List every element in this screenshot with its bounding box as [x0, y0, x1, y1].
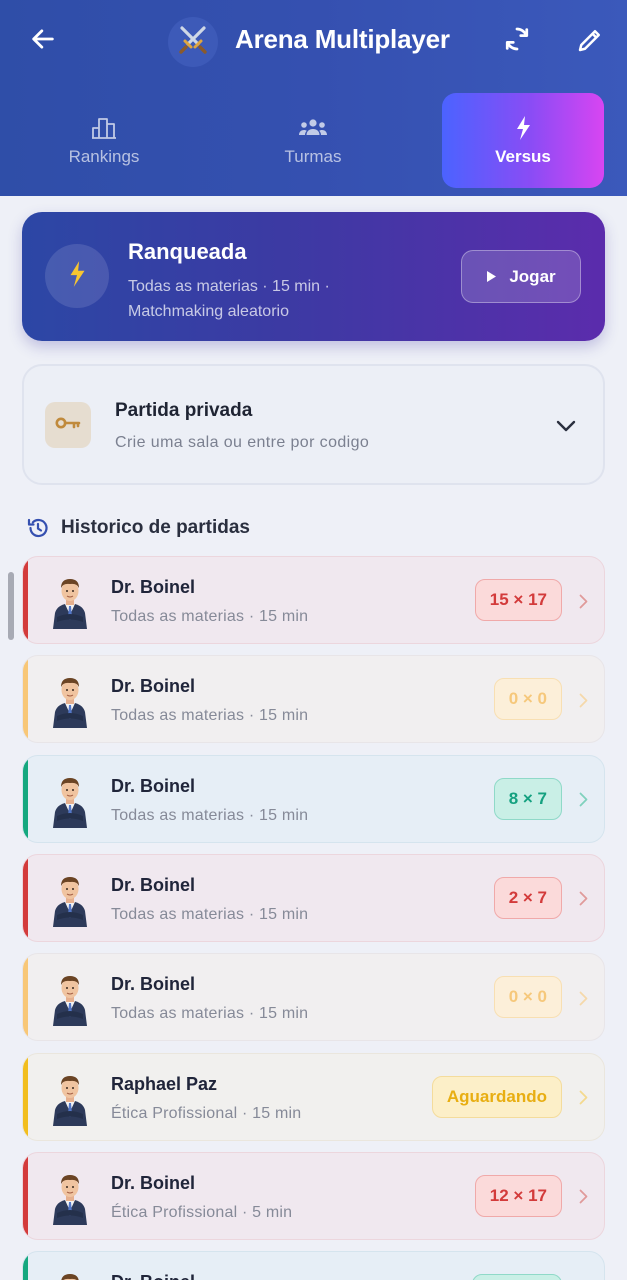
- result-stripe: [23, 1152, 28, 1239]
- result-stripe: [23, 656, 28, 743]
- ranked-subtitle-line: Matchmaking aleatorio: [128, 303, 289, 320]
- opponent-name: Raphael Paz: [111, 1073, 218, 1094]
- scrollbar[interactable]: [8, 572, 14, 640]
- match-row[interactable]: Raphael Paz Ética Profissional · 15 min …: [22, 1052, 605, 1141]
- ranked-match-card: Ranqueada Todas as materias · 15 min · M…: [22, 212, 605, 341]
- match-row[interactable]: Dr. Boinel Ética Profissional · 5 min 12…: [22, 1151, 605, 1240]
- private-title: Partida privada: [115, 400, 253, 421]
- match-meta: Ética Profissional · 15 min: [111, 1104, 302, 1122]
- match-meta: Todas as materias · 15 min: [111, 1005, 309, 1023]
- opponent-name: Dr. Boinel: [111, 874, 196, 895]
- match-meta: Todas as materias · 15 min: [111, 806, 309, 824]
- opponent-name: Dr. Boinel: [111, 577, 196, 597]
- match-row[interactable]: Dr. Boinel Todas as materias · 15 min 8 …: [22, 754, 605, 843]
- opponent-name: Dr. Boinel: [111, 974, 196, 995]
- lightning-icon: [68, 260, 86, 293]
- score-badge: 2 × 7: [493, 876, 562, 919]
- result-stripe: [23, 854, 28, 941]
- sync-button[interactable]: [498, 22, 536, 60]
- tab-label: Turmas: [284, 146, 342, 166]
- chevron-right-icon: [576, 790, 590, 810]
- match-row[interactable]: Dr. Boinel Todas as materias · 15 min 15…: [22, 556, 605, 644]
- match-row[interactable]: Dr. Boinel Todas as materias · 15 min 2 …: [22, 853, 605, 942]
- score-badge: 8 × 7: [493, 777, 562, 820]
- avatar: [47, 772, 93, 828]
- result-stripe: [23, 1053, 28, 1140]
- score-badge: 12 × 17: [474, 1174, 562, 1217]
- chevron-right-icon: [576, 690, 590, 710]
- bar-chart-icon: [91, 115, 117, 141]
- edit-button[interactable]: [570, 22, 610, 62]
- tab-versus[interactable]: Versus: [442, 93, 604, 188]
- opponent-name: Dr. Boinel: [111, 676, 196, 697]
- chevron-down-icon[interactable]: [552, 414, 580, 438]
- ranked-subtitle: Todas as materias · 15 min · Matchmaking…: [128, 274, 368, 324]
- ranked-icon-circle: [45, 244, 109, 308]
- tab-label: Versus: [495, 146, 551, 166]
- page-title: Arena Multiplayer: [235, 24, 450, 54]
- private-icon-box: [45, 402, 91, 448]
- play-icon: [486, 270, 497, 283]
- tab-rankings[interactable]: Rankings: [23, 93, 185, 188]
- app-logo: [168, 17, 218, 67]
- opponent-name: Dr. Boinel: [111, 1172, 196, 1193]
- score-badge: Aguardando: [431, 1075, 562, 1118]
- match-row[interactable]: Dr. Boinel Todas as materias · 15 min 0 …: [22, 953, 605, 1042]
- history-title: Historico de partidas: [61, 517, 250, 538]
- result-stripe: [23, 954, 28, 1041]
- match-row[interactable]: Dr. Boinel Todas as materias · 15 min 0 …: [22, 655, 605, 744]
- tab-label: Rankings: [68, 146, 140, 166]
- avatar: [47, 1169, 93, 1225]
- group-icon: [298, 115, 328, 141]
- chevron-right-icon: [576, 988, 590, 1008]
- score-badge: 15 × 17: [474, 579, 562, 621]
- tab-turmas[interactable]: Turmas: [232, 93, 394, 188]
- avatar: [47, 970, 93, 1027]
- result-stripe: [23, 557, 28, 643]
- crossed-swords-icon: [176, 23, 210, 62]
- app-header: Arena Multiplayer Rankings Turmas Versus: [0, 0, 627, 196]
- sync-icon: [502, 24, 532, 59]
- score-badge: 0 × 0: [493, 678, 562, 721]
- ranked-subtitle-line: Todas as materias · 15 min ·: [128, 278, 330, 295]
- history-header: Historico de partidas: [26, 515, 250, 541]
- top-bar: Arena Multiplayer: [0, 0, 627, 84]
- avatar: [47, 672, 93, 729]
- avatar: [47, 573, 93, 629]
- lightning-icon: [515, 115, 531, 141]
- match-row[interactable]: Dr. Boinel: [22, 1251, 605, 1280]
- play-button[interactable]: Jogar: [461, 250, 581, 303]
- back-button[interactable]: [24, 22, 62, 60]
- match-meta: Todas as materias · 15 min: [111, 608, 309, 625]
- tab-bar: Rankings Turmas Versus: [0, 93, 627, 188]
- opponent-name: Dr. Boinel: [111, 1272, 195, 1280]
- private-subtitle: Crie uma sala ou entre por codigo: [115, 434, 370, 451]
- avatar: [47, 1070, 93, 1126]
- arrow-left-icon: [29, 25, 57, 58]
- avatar: [47, 1268, 93, 1280]
- key-icon: [55, 416, 81, 435]
- private-match-card[interactable]: Partida privada Crie uma sala ou entre p…: [22, 364, 605, 485]
- match-meta: Todas as materias · 15 min: [111, 905, 309, 923]
- ranked-title: Ranqueada: [128, 239, 247, 264]
- history-icon: [26, 516, 50, 540]
- match-meta: Ética Profissional · 5 min: [111, 1203, 293, 1221]
- avatar: [47, 871, 93, 927]
- score-badge: [472, 1274, 562, 1280]
- chevron-right-icon: [576, 591, 590, 611]
- chevron-right-icon: [576, 889, 590, 909]
- match-meta: Todas as materias · 15 min: [111, 707, 309, 725]
- chevron-right-icon: [576, 1088, 590, 1108]
- result-stripe: [23, 755, 28, 842]
- play-label: Jogar: [509, 266, 556, 286]
- score-badge: 0 × 0: [493, 976, 562, 1019]
- opponent-name: Dr. Boinel: [111, 775, 196, 796]
- chevron-right-icon: [576, 1187, 590, 1207]
- result-stripe: [23, 1252, 28, 1280]
- pencil-icon: [575, 25, 605, 60]
